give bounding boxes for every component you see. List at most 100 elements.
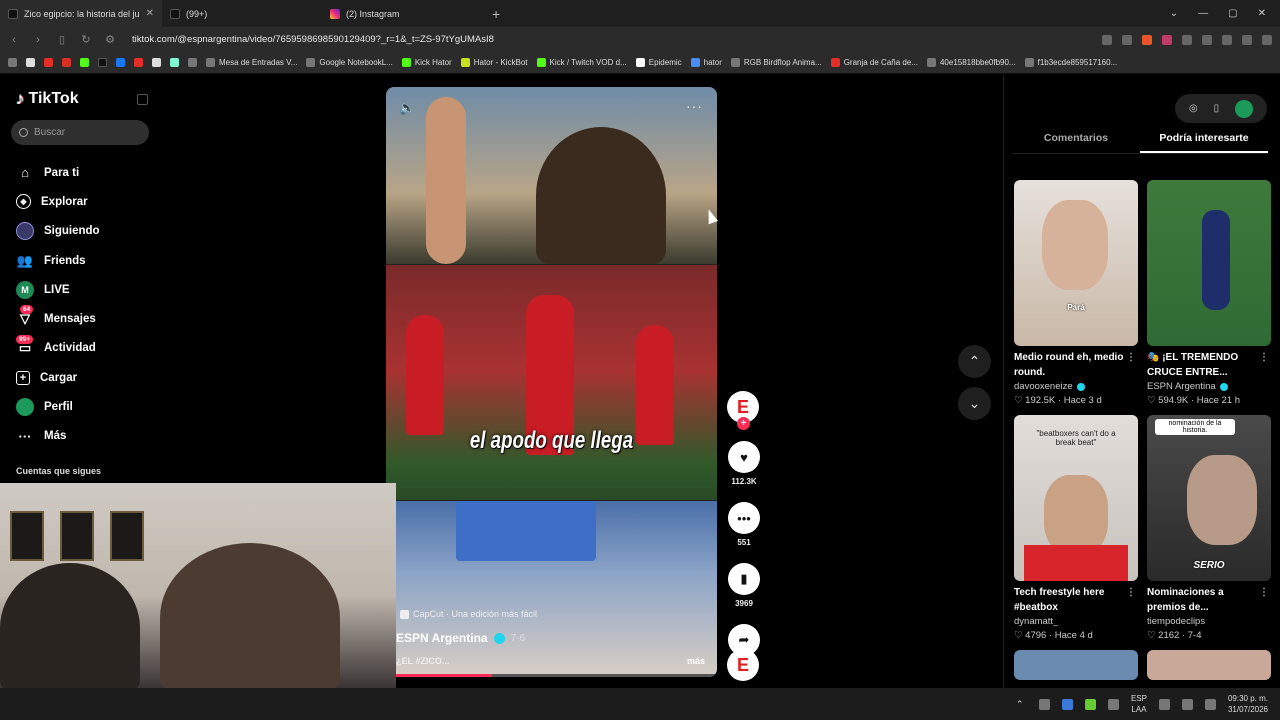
capcut-link[interactable]: CapCut · Una edición más fácil — [400, 609, 537, 619]
suggested-video-card[interactable]: Pará Medio round eh, medio round. ⋮ davoo… — [1014, 180, 1138, 406]
nav-para-ti[interactable]: ⌂ Para ti — [16, 158, 100, 187]
more-options-icon[interactable]: ··· — [686, 98, 703, 114]
translate-icon[interactable] — [1102, 34, 1112, 45]
device-icon[interactable]: ▯ — [1214, 103, 1220, 114]
nav-mensajes[interactable]: ▽ 64 Mensajes — [16, 304, 100, 333]
sound-disc-button[interactable]: E — [727, 649, 759, 681]
card-author[interactable]: tiempodeclips — [1147, 616, 1271, 627]
video-thumbnail[interactable] — [1014, 650, 1138, 680]
bookmark-granja[interactable]: Granja de Caña de... — [830, 58, 918, 67]
close-tab-icon[interactable]: ✕ — [146, 8, 154, 19]
card-author[interactable]: davooxeneize — [1014, 381, 1138, 392]
suggested-video-card[interactable]: 🎭 ¡EL TREMENDO CRUCE ENTRE... ⋮ ESPN Arge… — [1147, 180, 1271, 406]
compass-icon[interactable]: ◎ — [1189, 103, 1198, 114]
minimize-icon[interactable]: — — [1198, 8, 1208, 19]
volume-icon[interactable] — [1181, 698, 1193, 710]
close-window-icon[interactable]: ✕ — [1258, 8, 1266, 19]
bookmark-epidemic[interactable]: Epidemic — [635, 58, 682, 67]
suggested-video-card-partial[interactable] — [1147, 650, 1271, 680]
more-options-icon[interactable]: ⋮ — [1126, 585, 1136, 600]
video-player[interactable]: el apodo que llega 🔈 ··· CapCut · Una ed… — [386, 87, 717, 677]
tab-list-icon[interactable]: ⌄ — [1170, 8, 1178, 19]
more-description-button[interactable]: más — [687, 656, 705, 666]
sidebar-icon[interactable] — [1222, 34, 1232, 45]
site-info-icon[interactable]: ⚙ — [104, 33, 116, 46]
card-author[interactable]: dynamatt_ — [1014, 616, 1138, 627]
gmail-icon[interactable] — [62, 58, 71, 67]
bookmark-hash2[interactable]: f1b3ecde859517160... — [1024, 58, 1117, 67]
github-icon[interactable] — [152, 58, 161, 67]
bookmark-rgb[interactable]: RGB Birdflop Anima... — [730, 58, 822, 67]
youtube-icon[interactable] — [134, 58, 143, 67]
media-icon[interactable] — [1202, 34, 1212, 45]
nav-perfil[interactable]: Perfil — [16, 392, 100, 421]
comment-button[interactable]: ••• 551 — [727, 502, 761, 547]
app-tray-icon[interactable] — [1061, 698, 1073, 710]
clock[interactable]: 09:30 p. m. 31/07/2026 — [1228, 693, 1268, 715]
vpn-icon[interactable] — [1242, 34, 1252, 45]
cast-icon[interactable] — [1122, 34, 1132, 45]
more-options-icon[interactable]: ⋮ — [1259, 585, 1269, 600]
nav-actividad[interactable]: ▭ 99+ Actividad — [16, 334, 100, 363]
bookmark-vod[interactable]: Kick / Twitch VOD d... — [536, 58, 627, 67]
back-icon[interactable]: ‹ — [8, 34, 20, 46]
bookmark-mesa[interactable]: Mesa de Entradas V... — [206, 58, 297, 67]
bookmark-hator[interactable]: hator — [690, 58, 722, 67]
nav-mas[interactable]: ··· Más — [16, 422, 100, 451]
nav-siguiendo[interactable]: Siguiendo — [16, 217, 100, 246]
video-thumbnail[interactable]: nominación de la historia. SERIO — [1147, 415, 1271, 581]
mic-icon[interactable] — [1107, 698, 1119, 710]
reload-icon[interactable]: ↻ — [80, 33, 92, 46]
video-progress-bar[interactable] — [396, 674, 717, 677]
battery-icon[interactable] — [1204, 698, 1216, 710]
meta-icon[interactable] — [116, 58, 125, 67]
tab-tiktok-inbox[interactable]: (99+) — [162, 0, 322, 27]
video-thumbnail[interactable]: "beatboxers can't do a break beat" — [1014, 415, 1138, 581]
tab-tiktok-video[interactable]: Zico egipcio: la historia del ju ✕ — [0, 0, 162, 27]
tab-comentarios[interactable]: Comentarios — [1012, 132, 1140, 153]
maximize-icon[interactable]: ▢ — [1228, 8, 1237, 19]
suggested-video-card[interactable]: "beatboxers can't do a break beat" Tech … — [1014, 415, 1138, 641]
tab-instagram[interactable]: (2) Instagram — [322, 0, 482, 27]
bookmark-icon[interactable]: ▯ — [56, 33, 68, 46]
more-options-icon[interactable]: ⋮ — [1259, 350, 1269, 365]
url-field[interactable]: tiktok.com/@espnargentina/video/76595986… — [132, 34, 494, 45]
more-options-icon[interactable]: ⋮ — [1126, 350, 1136, 365]
nav-live[interactable]: M LIVE — [16, 275, 100, 304]
rewards-icon[interactable] — [1162, 34, 1172, 45]
bookmark-kick-hator[interactable]: Kick Hator — [401, 58, 452, 67]
tiktok-icon[interactable] — [98, 58, 107, 67]
video-thumbnail[interactable] — [1147, 650, 1271, 680]
next-video-button[interactable]: ⌄ — [958, 387, 991, 420]
menu-icon[interactable] — [1262, 34, 1272, 45]
nav-explorar[interactable]: ◈ Explorar — [16, 187, 100, 216]
save-button[interactable]: ▮ 3969 — [727, 563, 761, 608]
nav-friends[interactable]: 👥 Friends — [16, 246, 100, 275]
cloud-icon[interactable] — [1038, 698, 1050, 710]
like-button[interactable]: ♥ 112.3K — [727, 441, 761, 486]
tab-podria-interesarte[interactable]: Podría interesarte — [1140, 132, 1268, 153]
brave-shield-icon[interactable] — [1142, 34, 1152, 45]
bookmark-hash1[interactable]: 40e15818bbe0fb90... — [926, 58, 1016, 67]
previous-video-button[interactable]: ⌃ — [958, 345, 991, 378]
language-indicator[interactable]: ESP LAA — [1131, 693, 1147, 715]
youtube-icon[interactable] — [44, 58, 53, 67]
card-author[interactable]: ESPN Argentina — [1147, 381, 1271, 392]
extensions-icon[interactable] — [1182, 34, 1192, 45]
video-thumbnail[interactable] — [1147, 180, 1271, 346]
tiktok-logo[interactable]: ♪ TikTok — [16, 89, 79, 109]
kick-icon[interactable] — [80, 58, 89, 67]
streamlabs-icon[interactable] — [170, 58, 179, 67]
author-avatar[interactable]: E + — [727, 391, 759, 430]
chevron-up-icon[interactable]: ⌃ — [1016, 699, 1027, 710]
nav-cargar[interactable]: + Cargar — [16, 363, 100, 392]
suggested-video-card-partial[interactable] — [1014, 650, 1138, 680]
network-icon[interactable] — [1158, 698, 1170, 710]
bookmark-notebooklm[interactable]: Google NotebookL... — [306, 58, 393, 67]
search-input[interactable]: Buscar — [11, 120, 149, 145]
video-thumbnail[interactable]: Pará — [1014, 180, 1138, 346]
app-tray-icon[interactable] — [1084, 698, 1096, 710]
suggested-video-card[interactable]: nominación de la historia. SERIO Nominac… — [1147, 415, 1271, 641]
forward-icon[interactable]: › — [32, 34, 44, 46]
user-avatar[interactable] — [1235, 99, 1254, 118]
